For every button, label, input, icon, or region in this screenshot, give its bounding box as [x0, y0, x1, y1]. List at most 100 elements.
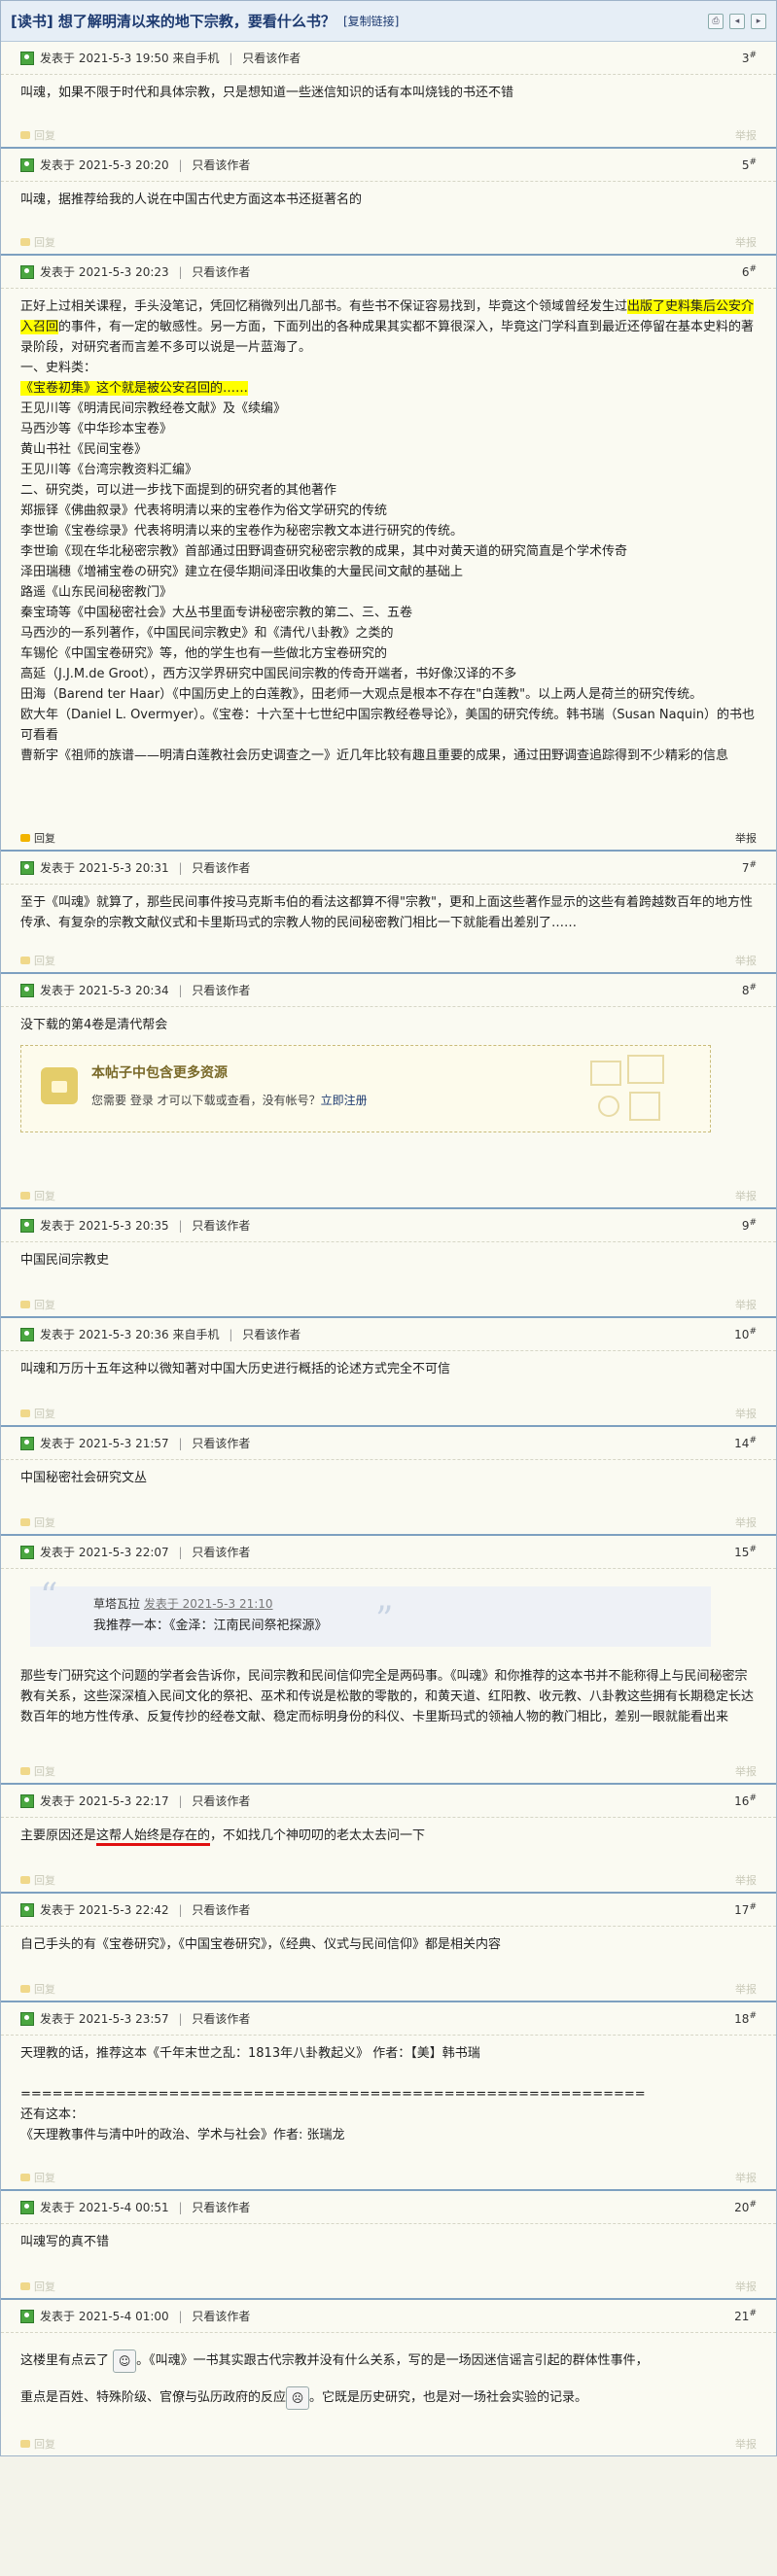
post-line: 马西沙的一系列著作，《中国民间宗教史》和《清代八卦教》之类的 [20, 626, 394, 641]
only-author-link[interactable]: 只看该作者 [192, 1546, 250, 1559]
only-author-link[interactable]: 只看该作者 [242, 52, 300, 65]
only-author-link[interactable]: 只看该作者 [242, 1328, 300, 1341]
online-status-icon [20, 264, 34, 279]
reply-button[interactable]: 回复 [34, 127, 55, 143]
reply-button[interactable]: 回复 [34, 1188, 55, 1203]
floor-number[interactable]: 3# [742, 51, 757, 65]
post-source: 来自手机 [172, 1328, 220, 1341]
quote-time-link[interactable]: 发表于 2021-5-3 21:10 [144, 1597, 273, 1611]
floor-number[interactable]: 16# [734, 1793, 757, 1808]
report-link[interactable]: 举报 [735, 1872, 757, 1888]
post-floor-18: 发表于 2021-5-3 23:57 | 只看该作者 18# 天理教的话，推荐这… [1, 2002, 776, 2191]
report-link[interactable]: 举报 [735, 1297, 757, 1312]
floor-number[interactable]: 9# [742, 1218, 757, 1233]
only-author-link[interactable]: 只看该作者 [192, 158, 250, 172]
report-link[interactable]: 举报 [735, 1514, 757, 1530]
floor-number[interactable]: 10# [734, 1327, 757, 1341]
floor-number[interactable]: 6# [742, 264, 757, 279]
post-time: 发表于 2021-5-3 22:17 [40, 1794, 169, 1808]
post-floor-21: 发表于 2021-5-4 01:00 | 只看该作者 21# 这楼里有点云了 ☺… [1, 2300, 776, 2455]
reply-icon [20, 957, 30, 964]
reply-button[interactable]: 回复 [34, 1514, 55, 1530]
post-text: 叫魂，据推荐给我的人说在中国古代史方面这本书还挺著名的 [20, 192, 363, 207]
post-line: 李世瑜《宝卷综录》代表将明清以来的宝卷作为秘密宗教文本进行研究的传统。 [20, 524, 464, 539]
report-link[interactable]: 举报 [735, 830, 757, 846]
only-author-link[interactable]: 只看该作者 [192, 1903, 250, 1917]
only-author-link[interactable]: 只看该作者 [192, 984, 250, 997]
only-author-link[interactable]: 只看该作者 [192, 2012, 250, 2026]
reply-button[interactable]: 回复 [34, 1406, 55, 1421]
floor-number[interactable]: 21# [734, 2309, 757, 2323]
post-line [20, 2064, 757, 2084]
report-link[interactable]: 举报 [735, 2170, 757, 2185]
floor-number[interactable]: 15# [734, 1545, 757, 1559]
reply-button[interactable]: 回复 [34, 1297, 55, 1312]
report-link[interactable]: 举报 [735, 1188, 757, 1203]
floor-number[interactable]: 18# [734, 2011, 757, 2026]
reply-button[interactable]: 回复 [34, 2436, 55, 2452]
post-line: 王见川等《台湾宗教资料汇编》 [20, 463, 198, 477]
reply-button[interactable]: 回复 [34, 234, 55, 250]
post-text: 那些专门研究这个问题的学者会告诉你，民间宗教和民间信仰完全是两码事。《叫魂》和你… [20, 1669, 755, 1724]
post-line: 泽田瑞穗《増補宝卷の研究》建立在侵华期间泽田收集的大量民间文献的基础上 [20, 565, 464, 579]
post-line: 曹新宇《祖师的族谱——明清白莲教社会历史调查之一》近几年比较有趣且重要的成果，通… [20, 748, 729, 763]
only-author-link[interactable]: 只看该作者 [192, 1437, 250, 1450]
reply-button[interactable]: 回复 [34, 830, 55, 846]
post-floor-7: 发表于 2021-5-3 20:31 | 只看该作者 7# 至于《叫魂》就算了，… [1, 852, 776, 974]
post-footer: 回复 举报 [1, 123, 776, 147]
online-status-icon [20, 1218, 34, 1233]
report-link[interactable]: 举报 [735, 127, 757, 143]
reply-button[interactable]: 回复 [34, 1981, 55, 1997]
only-author-link[interactable]: 只看该作者 [192, 1219, 250, 1233]
report-link[interactable]: 举报 [735, 1406, 757, 1421]
only-author-link[interactable]: 只看该作者 [192, 1794, 250, 1808]
only-author-link[interactable]: 只看该作者 [192, 2201, 250, 2214]
post-line: 一、史料类： [20, 361, 97, 375]
post-line: 高延（J.J.M.de Groot），西方汉学界研究中国民间宗教的传奇开端者，书… [20, 667, 517, 681]
online-status-icon [20, 860, 34, 875]
report-link[interactable]: 举报 [735, 1981, 757, 1997]
register-link[interactable]: 立即注册 [321, 1094, 368, 1107]
next-thread-icon[interactable]: ▸ [751, 13, 766, 29]
report-link[interactable]: 举报 [735, 2279, 757, 2294]
post-line: 车锡伦《中国宝卷研究》等，他的学生也有一些做北方宝卷研究的 [20, 646, 388, 661]
post-time: 发表于 2021-5-3 20:23 [40, 265, 169, 279]
post-line: 李世瑜《现在华北秘密宗教》首部通过田野调查研究秘密宗教的成果，其中对黄天道的研究… [20, 544, 628, 559]
hidden-resource-title: 本帖子中包含更多资源 [91, 1065, 228, 1081]
online-status-icon [20, 51, 34, 65]
post-line: 黄山书社《民间宝卷》 [20, 442, 148, 457]
floor-number[interactable]: 17# [734, 1902, 757, 1917]
post-floor-15: 发表于 2021-5-3 22:07 | 只看该作者 15# “ 草塔瓦拉 发表… [1, 1536, 776, 1785]
post-text: 叫魂和万历十五年这种以微知著对中国大历史进行概括的论述方式完全不可信 [20, 1362, 451, 1376]
only-author-link[interactable]: 只看该作者 [192, 861, 250, 875]
floor-number[interactable]: 20# [734, 2200, 757, 2214]
post-paragraph: 正好上过相关课程，手头没笔记，凭回忆稍微列出几部书。有些书不保证容易找到，毕竟这… [20, 299, 755, 355]
print-icon[interactable]: ⎙ [708, 13, 724, 29]
floor-number[interactable]: 14# [734, 1436, 757, 1450]
reply-button[interactable]: 回复 [34, 1763, 55, 1779]
post-text: 自己手头的有《宝卷研究》，《中国宝卷研究》，《经典、仪式与民间信仰》都是相关内容 [20, 1937, 502, 1952]
floor-number[interactable]: 5# [742, 157, 757, 172]
emoticon-icon: ☹ [286, 2385, 310, 2410]
prev-thread-icon[interactable]: ◂ [729, 13, 745, 29]
only-author-link[interactable]: 只看该作者 [192, 2310, 250, 2323]
copy-link[interactable]: [复制链接] [343, 13, 399, 29]
reply-button[interactable]: 回复 [34, 2170, 55, 2185]
report-link[interactable]: 举报 [735, 234, 757, 250]
reply-button[interactable]: 回复 [34, 953, 55, 968]
report-link[interactable]: 举报 [735, 1763, 757, 1779]
floor-number[interactable]: 7# [742, 860, 757, 875]
post-time: 发表于 2021-5-4 01:00 [40, 2310, 169, 2323]
post-lines: 天理教的话，推荐这本《千年末世之乱：1813年八卦教起义》 作者：【美】韩书瑞 … [20, 2043, 757, 2145]
report-link[interactable]: 举报 [735, 2436, 757, 2452]
floor-number[interactable]: 8# [742, 983, 757, 997]
report-link[interactable]: 举报 [735, 953, 757, 968]
reply-button[interactable]: 回复 [34, 1872, 55, 1888]
reply-icon [20, 1410, 30, 1417]
only-author-link[interactable]: 只看该作者 [192, 265, 250, 279]
reply-icon [20, 238, 30, 246]
post-line: 欧大年（Daniel L. Overmyer）。《宝卷：十六至十七世纪中国宗教经… [20, 708, 755, 743]
quote-block: “ 草塔瓦拉 发表于 2021-5-3 21:10 我推荐一本：《金泽：江南民间… [30, 1580, 711, 1647]
reply-button[interactable]: 回复 [34, 2279, 55, 2294]
quote-text: 我推荐一本：《金泽：江南民间祭祀探源》 [93, 1619, 328, 1633]
